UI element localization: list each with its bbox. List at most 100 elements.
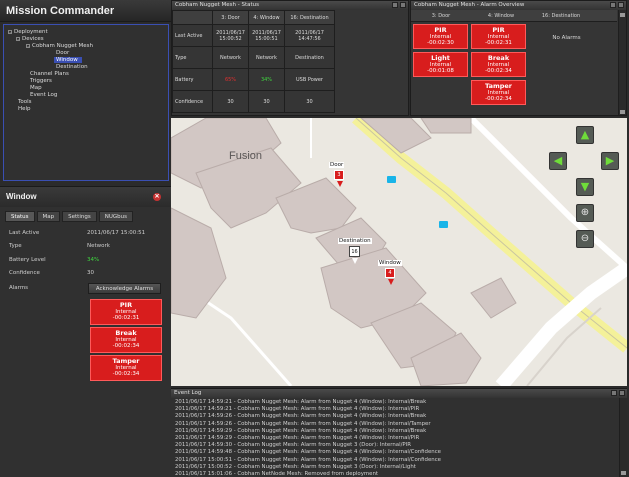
marker-destination[interactable]: 16	[349, 246, 360, 257]
table-header	[172, 10, 213, 25]
bus-stop-icon	[387, 176, 396, 183]
log-line: 2011/06/17 14:59:21 - Cobham Nugget Mesh…	[175, 406, 420, 413]
tree-item-triggers[interactable]: Triggers	[30, 78, 52, 84]
alarm-card[interactable]: PIR Internal -00:02:31	[90, 299, 162, 325]
marker-window[interactable]: 4	[385, 268, 395, 278]
status-panel-header: Cobham Nugget Mesh - Status	[172, 1, 408, 10]
window-panel-title: Window	[6, 192, 37, 201]
status-panel: Cobham Nugget Mesh - Status 3: Door 4: W…	[171, 0, 409, 116]
property-row: Battery Level 34%	[9, 257, 100, 263]
building-label: Fusion	[229, 150, 263, 162]
status-table: 3: Door 4: Window 16: Destination Last A…	[172, 10, 335, 113]
log-line: 2011/06/17 14:59:26 - Cobham Nugget Mesh…	[175, 420, 431, 427]
alarm-card[interactable]: Tamper Internal -00:02:34	[90, 355, 162, 381]
log-line: 2011/06/17 14:59:26 - Cobham Nugget Mesh…	[175, 413, 427, 420]
tree-item-destination[interactable]: Destination	[56, 64, 88, 70]
marker-label-door: Door	[329, 162, 345, 168]
tree-item-tools[interactable]: Tools	[18, 99, 32, 105]
marker-label-window: Window	[378, 260, 402, 266]
marker-pin-icon	[337, 181, 343, 187]
table-row: Last Active 2011/06/17 15:00:52 2011/06/…	[172, 24, 335, 47]
log-line: 2011/06/17 14:59:30 - Cobham Nugget Mesh…	[175, 442, 411, 449]
tab-settings[interactable]: Settings	[62, 211, 97, 222]
collapse-icon[interactable]: −	[26, 43, 30, 48]
tree-item-event-log[interactable]: Event Log	[30, 92, 57, 98]
scrollbar[interactable]	[618, 10, 626, 115]
scroll-up-icon[interactable]	[620, 13, 625, 17]
bus-stop-icon	[439, 221, 448, 228]
status-panel-title: Cobham Nugget Mesh - Status	[175, 2, 260, 8]
marker-label-destination: Destination	[338, 238, 372, 244]
tree-item-devices[interactable]: − Devices	[16, 36, 44, 42]
log-line: 2011/06/17 15:00:51 - Cobham Nugget Mesh…	[175, 456, 441, 463]
pan-up-icon[interactable]: ▲	[576, 126, 594, 144]
window-tabs: Status Map Settings NUGbus	[5, 211, 133, 222]
column-header[interactable]: 4: Window	[471, 10, 531, 21]
pin-icon[interactable]	[392, 2, 398, 8]
tree-item-channel-plans[interactable]: Channel Plans	[30, 71, 69, 77]
event-log-list[interactable]: 2011/06/17 14:59:21 - Cobham Nugget Mesh…	[171, 398, 627, 477]
table-row: Type Network Network Destination	[172, 46, 335, 69]
tab-status[interactable]: Status	[5, 211, 35, 222]
alarm-card[interactable]: PIR Internal -00:02:31	[471, 24, 526, 49]
alarm-card[interactable]: PIR Internal -00:02:30	[413, 24, 468, 49]
close-icon[interactable]	[619, 390, 625, 396]
alarm-card[interactable]: Tamper Internal -00:02:34	[471, 80, 526, 105]
pan-left-icon[interactable]: ◀	[549, 152, 567, 170]
pin-icon[interactable]	[610, 2, 616, 8]
close-icon[interactable]	[400, 2, 406, 8]
zoom-in-icon[interactable]: ⊕	[576, 204, 594, 222]
marker-door[interactable]: 3	[334, 170, 344, 180]
column-header[interactable]: 16: Destination	[531, 10, 591, 21]
zoom-out-icon[interactable]: ⊖	[576, 230, 594, 248]
alarm-overview-header-row: 3: Door 4: Window 16: Destination	[411, 10, 617, 22]
table-header[interactable]: 16: Destination	[284, 10, 335, 25]
event-log-panel: Event Log 2011/06/17 14:59:21 - Cobham N…	[171, 388, 627, 477]
collapse-icon[interactable]: −	[8, 29, 12, 34]
tree-item-map[interactable]: Map	[30, 85, 42, 91]
tree-item-door[interactable]: Door	[56, 50, 69, 56]
column-header[interactable]: 3: Door	[411, 10, 471, 21]
log-line: 2011/06/17 15:01:06 - Cobham NetNode Mes…	[175, 471, 379, 477]
scroll-down-icon[interactable]	[620, 110, 625, 114]
app-title: Mission Commander	[0, 0, 171, 22]
alarm-card[interactable]: Break Internal -00:02:34	[471, 52, 526, 77]
alarm-card[interactable]: Light Internal -00:01:08	[413, 52, 468, 77]
tab-nugbus[interactable]: NUGbus	[98, 211, 133, 222]
alarm-overview-title: Cobham Nugget Mesh - Alarm Overview	[414, 2, 525, 8]
log-line: 2011/06/17 15:00:52 - Cobham Nugget Mesh…	[175, 463, 416, 470]
table-header[interactable]: 3: Door	[212, 10, 249, 25]
pin-icon[interactable]	[611, 390, 617, 396]
tab-map[interactable]: Map	[36, 211, 61, 222]
log-line: 2011/06/17 14:59:21 - Cobham Nugget Mesh…	[175, 399, 427, 405]
tree-item-deployment[interactable]: − Deployment	[8, 29, 48, 35]
property-row: Last Active 2011/06/17 15:00:51	[9, 230, 146, 236]
tree-item-help[interactable]: Help	[18, 106, 31, 112]
scrollbar[interactable]	[619, 398, 627, 477]
scroll-down-icon[interactable]	[621, 471, 626, 475]
property-row: Type Network	[9, 243, 110, 249]
pan-down-icon[interactable]: ▼	[576, 178, 594, 196]
close-icon[interactable]: ✕	[153, 193, 161, 201]
no-alarms-text: No Alarms	[552, 35, 581, 41]
acknowledge-alarms-button[interactable]: Acknowledge Alarms	[88, 283, 161, 294]
deployment-tree: − Deployment − Devices − Cobham Nugget Mesh…	[3, 24, 169, 181]
tree-item-cobham-nugget-mesh[interactable]: − Cobham Nugget Mesh	[26, 43, 93, 49]
alarm-card[interactable]: Break Internal -00:02:34	[90, 327, 162, 353]
tree-item-window[interactable]: Window	[54, 57, 82, 63]
log-line: 2011/06/17 14:59:48 - Cobham Nugget Mesh…	[175, 449, 441, 456]
log-line: 2011/06/17 14:59:29 - Cobham Nugget Mesh…	[175, 427, 427, 434]
alarm-overview-header: Cobham Nugget Mesh - Alarm Overview	[411, 1, 626, 10]
collapse-icon[interactable]: −	[16, 36, 20, 41]
table-header[interactable]: 4: Window	[248, 10, 285, 25]
window-panel-header: Window ✕	[0, 187, 171, 207]
map-view[interactable]: Fusion Door 3 Destination 16 Window 4 ▲ …	[171, 118, 627, 386]
table-row: Confidence 30 30 30	[172, 90, 335, 113]
close-icon[interactable]	[618, 2, 624, 8]
event-log-title: Event Log	[174, 390, 202, 396]
marker-pin-icon	[388, 279, 394, 285]
property-row: Confidence 30	[9, 270, 94, 276]
pan-right-icon[interactable]: ▶	[601, 152, 619, 170]
marker-pin-icon	[352, 258, 358, 264]
table-row: Battery 65% 34% USB Power	[172, 68, 335, 91]
